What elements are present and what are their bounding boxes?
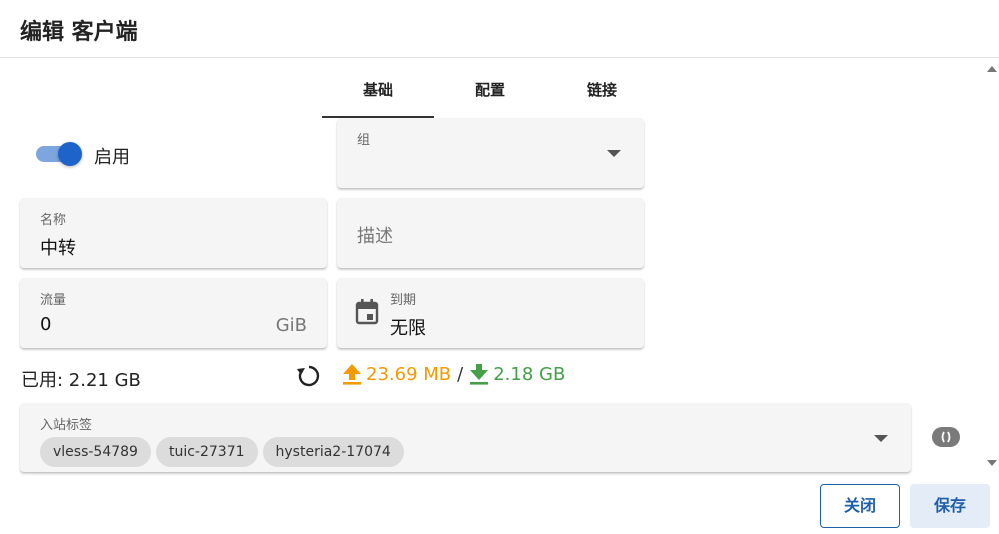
traffic-stats: 23.69 MB / 2.18 GB [342,363,565,385]
scroll-down-arrow-icon[interactable] [987,460,997,466]
upload-icon [343,364,361,385]
download-icon [470,364,489,385]
scrollbar[interactable] [984,60,999,472]
download-amount: 2.18 GB [493,363,566,385]
traffic-limit-value: 0 [40,314,52,335]
name-field[interactable]: 名称 中转 [20,198,327,268]
expiry-value: 无限 [390,318,426,339]
enable-toggle[interactable] [34,142,84,166]
chevron-down-icon [607,150,621,157]
close-button[interactable]: 关闭 [820,484,900,528]
traffic-separator: / [457,363,464,385]
tag-chip[interactable]: vless-54789 [40,437,151,467]
group-label: 组 [357,133,371,148]
tab-bar: 基础 配置 链接 [322,70,658,118]
dialog-title: 编辑 客户端 [20,20,138,45]
traffic-limit-field[interactable]: 流量 0 GiB [20,278,327,348]
calendar-icon[interactable] [355,299,379,325]
save-button[interactable]: 保存 [910,484,990,528]
inbound-tags-chips: vless-54789 tuic-27371 hysteria2-17074 [40,437,404,467]
traffic-limit-label: 流量 [40,293,67,308]
description-field[interactable]: 描述 [337,198,644,268]
tab-config[interactable]: 配置 [434,70,546,118]
name-value: 中转 [40,238,76,259]
tab-basic[interactable]: 基础 [322,70,434,118]
inbound-tags-select[interactable]: 入站标签 vless-54789 tuic-27371 hysteria2-17… [20,403,911,472]
reset-traffic-icon[interactable] [296,363,322,389]
traffic-limit-unit: GiB [275,315,307,336]
toggle-thumb [58,142,82,166]
expiry-field[interactable]: 到期 无限 [337,278,644,348]
group-select[interactable]: 组 [337,118,644,188]
scroll-up-arrow-icon[interactable] [987,66,997,72]
inbound-tags-label: 入站标签 [40,418,93,433]
used-traffic: 已用: 2.21 GB [21,370,141,391]
dialog-header: 编辑 客户端 [0,0,999,58]
edit-client-dialog: 编辑 客户端 基础 配置 链接 启用 组 名称 中转 描述 流量 0 GiB 到… [0,0,999,534]
description-placeholder: 描述 [357,226,393,247]
expiry-label: 到期 [390,293,417,308]
upload-amount: 23.69 MB [366,363,452,385]
name-label: 名称 [40,213,67,228]
tab-links[interactable]: 链接 [546,70,658,118]
tag-chip[interactable]: hysteria2-17074 [262,437,404,467]
code-braces-icon[interactable] [932,427,960,447]
tag-chip[interactable]: tuic-27371 [155,437,258,467]
chevron-down-icon [874,435,888,442]
enable-label: 启用 [94,147,130,168]
